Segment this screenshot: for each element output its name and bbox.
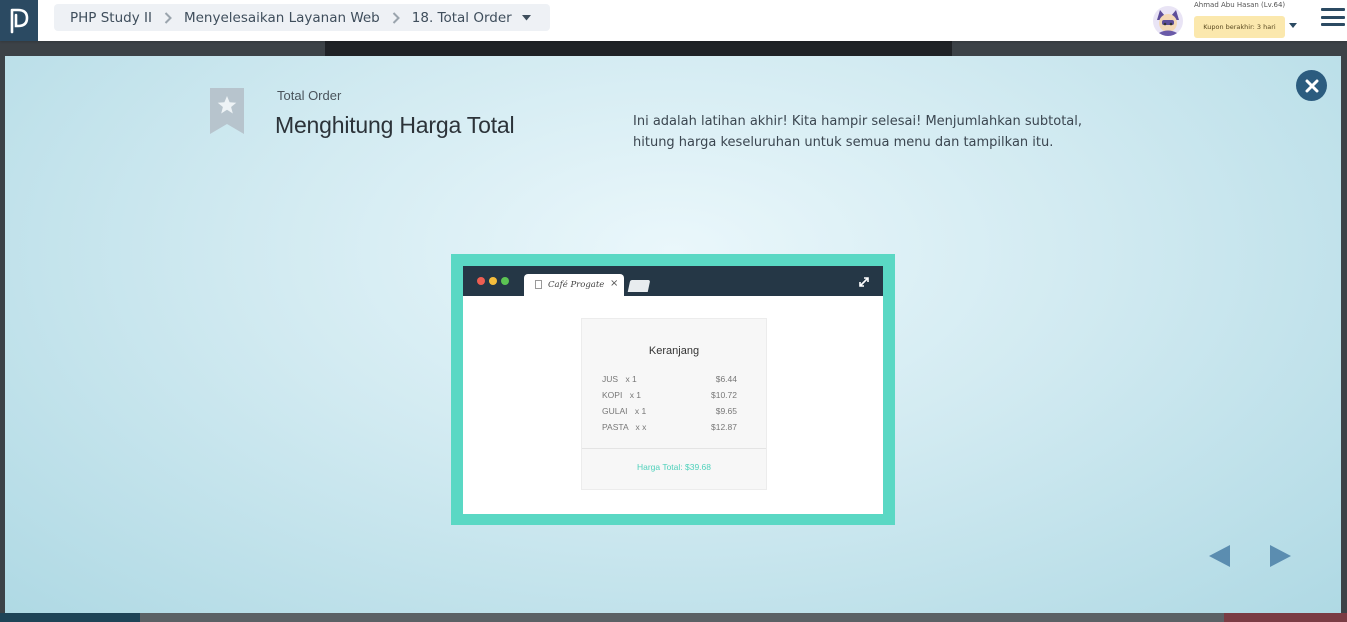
document-icon [535,280,542,289]
cart-item-qty: x 1 [634,406,647,416]
avatar[interactable] [1153,6,1183,36]
breadcrumb: PHP Study II Menyelesaikan Layanan Web 1… [54,4,550,31]
logo-icon[interactable] [0,0,38,41]
breadcrumb-course[interactable]: PHP Study II [70,10,152,26]
browser-toolbar: Café Progate × [463,266,883,296]
username: Ahmad Abu Hasan (Lv.64) [1194,1,1286,9]
arrow-left-icon [1209,545,1230,567]
bookmark-star-icon [210,88,244,138]
cart-item-price: $10.72 [711,390,737,400]
browser-tab: Café Progate × [524,274,624,296]
cart-item-qty: x 1 [629,390,642,400]
top-bar: PHP Study II Menyelesaikan Layanan Web 1… [0,0,1347,41]
chevron-right-icon [164,11,172,24]
cart-item-name: JUS [602,374,619,384]
footer-right-block [1224,613,1347,622]
lesson-subtitle: Total Order [277,88,342,103]
cart-card: Keranjang JUS x 1 $6.44 KOPI x 1 $10.72 … [581,318,767,490]
window-dot-yellow [489,277,497,285]
arrow-right-icon [1270,545,1291,567]
chevron-right-icon [392,11,400,24]
footer-left-block [0,613,140,622]
cart-total: Harga Total: $39.68 [636,462,712,472]
cart-item-price: $9.65 [715,406,737,416]
caret-down-icon[interactable] [1289,14,1297,33]
cart-item-price: $12.87 [711,422,737,432]
cart-item-qty: x 1 [625,374,637,384]
browser-mockup: Café Progate × Keranjang JUS x 1 $6.44 K… [463,266,883,514]
cart-item-qty: x x [635,422,647,432]
bg-strip-1 [325,41,952,57]
menu-icon[interactable] [1321,8,1345,28]
previous-slide-button[interactable] [1207,544,1231,572]
browser-tab-title: Café Progate [548,280,605,290]
coupon-badge[interactable]: Kupon berakhir: 3 hari [1194,16,1285,38]
close-icon [1305,79,1318,92]
cart-item: GULAI x 1 $9.65 [602,406,737,416]
footer-strip [0,613,1347,622]
close-icon: × [610,278,619,289]
breadcrumb-lesson[interactable]: 18. Total Order [412,10,512,26]
cart-title: Keranjang [648,345,700,357]
caret-down-icon[interactable] [521,14,531,21]
expand-icon [857,274,871,293]
lesson-intro-modal: Total Order Menghitung Harga Total Ini a… [5,56,1341,613]
next-slide-button[interactable] [1269,544,1293,572]
cart-item-price: $6.44 [715,374,737,384]
new-tab-shape [627,280,651,292]
cart-item: PASTA x x $12.87 [602,422,737,432]
cart-item: KOPI x 1 $10.72 [602,390,737,400]
cart-item-name: PASTA [602,422,629,432]
divider [582,448,766,449]
slide-preview: Café Progate × Keranjang JUS x 1 $6.44 K… [451,254,895,525]
cart-item-name: GULAI [602,406,628,416]
breadcrumb-chapter[interactable]: Menyelesaikan Layanan Web [184,10,380,26]
cart-item: JUS x 1 $6.44 [602,374,737,384]
lesson-description: Ini adalah latihan akhir! Kita hampir se… [633,114,1083,150]
window-dot-red [477,277,485,285]
close-button[interactable] [1296,70,1327,101]
window-dot-green [501,277,509,285]
cart-item-name: KOPI [602,390,623,400]
lesson-title: Menghitung Harga Total [275,112,515,138]
